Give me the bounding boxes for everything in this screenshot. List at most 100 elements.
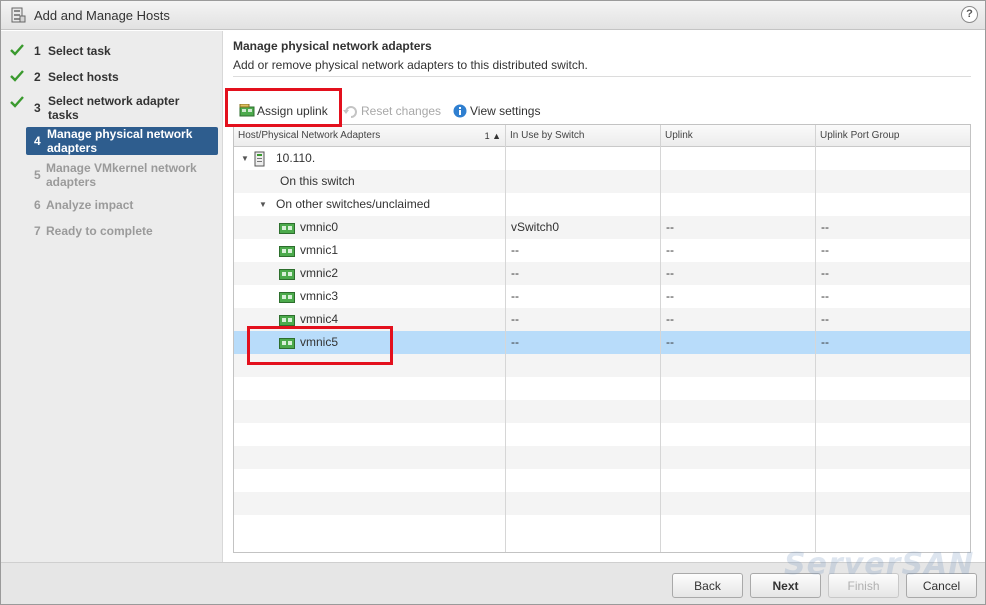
column-header-uplink[interactable]: Uplink: [661, 125, 816, 147]
table-row[interactable]: vmnic2 -- -- --: [234, 262, 970, 285]
empty-row: [234, 377, 970, 400]
network-adapter-icon: [279, 223, 295, 234]
table-row-group-on-this-switch[interactable]: On this switch: [234, 170, 970, 193]
adapter-name: vmnic4: [300, 312, 339, 326]
uplink: --: [666, 266, 674, 280]
group-label: On this switch: [280, 174, 355, 188]
empty-row: [234, 446, 970, 469]
step-select-network-adapter-tasks[interactable]: 3 Select network adapter tasks: [1, 93, 223, 123]
step-select-hosts[interactable]: 2 Select hosts: [1, 69, 223, 85]
cancel-button[interactable]: Cancel: [906, 573, 977, 598]
check-icon: [10, 96, 24, 108]
host-icon: [254, 151, 265, 167]
empty-row: [234, 515, 970, 538]
table-row[interactable]: vmnic0 vSwitch0 -- --: [234, 216, 970, 239]
step-number: 2: [34, 70, 41, 84]
empty-row: [234, 400, 970, 423]
column-header-adapters[interactable]: Host/Physical Network Adapters 1 ▲: [234, 125, 506, 147]
empty-row: [234, 492, 970, 515]
collapse-arrow-icon[interactable]: ▼: [259, 193, 267, 216]
network-adapter-icon: [279, 338, 295, 349]
title-bar: Add and Manage Hosts ?: [1, 1, 985, 30]
in-use-by-switch: vSwitch0: [511, 220, 560, 234]
step-number: 7: [34, 224, 41, 238]
adapter-name: vmnic5: [300, 335, 339, 349]
uplink: --: [666, 312, 674, 326]
step-label: Select hosts: [48, 70, 119, 84]
empty-row: [234, 423, 970, 446]
step-manage-vmkernel-adapters: 5 Manage VMkernel network adapters: [1, 161, 223, 191]
in-use-by-switch: --: [511, 289, 519, 303]
view-settings-label: View settings: [470, 104, 541, 118]
table-row-selected[interactable]: vmnic5 -- -- --: [234, 331, 970, 354]
step-number: 6: [34, 198, 41, 212]
step-number: 3: [34, 101, 41, 115]
main-panel: Manage physical network adapters Add or …: [224, 31, 985, 562]
column-header-uplink-port-group[interactable]: Uplink Port Group: [816, 125, 970, 147]
finish-button: Finish: [828, 573, 899, 598]
sort-ascending-icon: 1 ▲: [484, 131, 501, 141]
table-header: Host/Physical Network Adapters 1 ▲ In Us…: [234, 125, 970, 147]
uplink-port-group: --: [821, 312, 829, 326]
next-button[interactable]: Next: [750, 573, 821, 598]
network-adapter-icon: [279, 315, 295, 326]
step-label: Manage VMkernel network adapters: [46, 161, 197, 189]
table-row-host[interactable]: ▼ 10.110.: [234, 147, 970, 170]
host-name: 10.110.: [276, 151, 316, 165]
network-adapter-icon: [279, 292, 295, 303]
window-title: Add and Manage Hosts: [34, 8, 170, 23]
hosts-app-icon: [11, 7, 26, 23]
page-description: Add or remove physical network adapters …: [233, 58, 588, 72]
collapse-arrow-icon[interactable]: ▼: [241, 147, 249, 170]
adapters-table: Host/Physical Network Adapters 1 ▲ In Us…: [233, 124, 971, 553]
uplink-port-group: --: [821, 266, 829, 280]
reset-icon: [343, 106, 357, 118]
uplink-port-group: --: [821, 289, 829, 303]
uplink-port-group: --: [821, 335, 829, 349]
table-row[interactable]: vmnic1 -- -- --: [234, 239, 970, 262]
step-number: 4: [34, 134, 41, 148]
network-adapter-icon: [279, 246, 295, 257]
wizard-dialog: Add and Manage Hosts ? 1 Select task 2 S…: [0, 0, 986, 605]
step-label: Ready to complete: [46, 224, 153, 238]
reset-changes-button: Reset changes: [343, 101, 441, 121]
step-analyze-impact: 6 Analyze impact: [1, 198, 223, 214]
check-icon: [10, 70, 24, 82]
adapter-name: vmnic1: [300, 243, 339, 257]
in-use-by-switch: --: [511, 243, 519, 257]
adapter-name: vmnic2: [300, 266, 339, 280]
view-settings-button[interactable]: View settings: [452, 101, 540, 121]
empty-row: [234, 354, 970, 377]
uplink: --: [666, 289, 674, 303]
uplink: --: [666, 335, 674, 349]
in-use-by-switch: --: [511, 312, 519, 326]
uplink: --: [666, 243, 674, 257]
step-select-task[interactable]: 1 Select task: [1, 43, 223, 59]
assign-uplink-button[interactable]: Assign uplink: [239, 101, 328, 121]
back-button[interactable]: Back: [672, 573, 743, 598]
adapter-name: vmnic3: [300, 289, 339, 303]
divider: [233, 76, 971, 77]
column-divider: [815, 147, 816, 552]
reset-changes-label: Reset changes: [361, 104, 442, 118]
table-row[interactable]: vmnic3 -- -- --: [234, 285, 970, 308]
step-ready-to-complete: 7 Ready to complete: [1, 224, 223, 240]
step-label: Select task: [48, 44, 111, 58]
column-header-in-use[interactable]: In Use by Switch: [506, 125, 661, 147]
uplink: --: [666, 220, 674, 234]
step-label: Manage physical network adapters: [47, 127, 193, 155]
table-row-group-other[interactable]: ▼ On other switches/unclaimed: [234, 193, 970, 216]
column-divider: [505, 147, 506, 552]
empty-row: [234, 469, 970, 492]
info-icon: [453, 104, 467, 118]
table-row[interactable]: vmnic4 -- -- --: [234, 308, 970, 331]
adapter-name: vmnic0: [300, 220, 339, 234]
assign-uplink-label: Assign uplink: [257, 104, 328, 118]
step-label: Select network adapter tasks: [48, 94, 180, 122]
step-number: 5: [34, 168, 41, 182]
help-icon[interactable]: ?: [961, 6, 978, 23]
step-manage-physical-adapters[interactable]: 4 Manage physical network adapters: [26, 127, 218, 155]
group-label: On other switches/unclaimed: [276, 197, 431, 211]
network-adapter-icon: [279, 269, 295, 280]
toolbar: Assign uplink Reset changes View setting…: [233, 101, 973, 121]
